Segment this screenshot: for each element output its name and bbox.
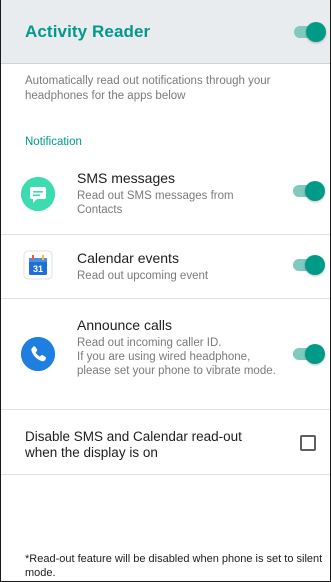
divider: [1, 474, 330, 475]
feature-description: Automatically read out notifications thr…: [25, 75, 271, 102]
header-bar: Activity Reader: [1, 0, 330, 64]
disable-readout-label: Disable SMS and Calendar read-out when t…: [25, 429, 242, 460]
announce-calls-title: Announce calls: [77, 317, 172, 333]
sms-subtitle: Read out SMS messages from Contacts: [77, 190, 234, 216]
announce-calls-toggle[interactable]: [293, 344, 325, 364]
svg-text:31: 31: [33, 264, 43, 274]
sms-title: SMS messages: [77, 170, 176, 186]
page-title: Activity Reader: [25, 22, 151, 41]
sms-toggle[interactable]: [293, 181, 325, 201]
list-item-announce-calls[interactable]: Announce calls Read out incoming caller …: [1, 299, 330, 409]
announce-calls-subtitle: Read out incoming caller ID. If you are …: [77, 337, 276, 377]
footer-note: *Read-out feature will be disabled when …: [25, 553, 323, 579]
activity-reader-screen: Activity Reader Automatically read out n…: [0, 0, 331, 582]
section-title-notification: Notification: [25, 136, 82, 148]
calendar-toggle[interactable]: [293, 255, 325, 275]
sms-app-icon: [21, 177, 55, 211]
calendar-subtitle: Read out upcoming event: [77, 270, 209, 282]
disable-readout-checkbox[interactable]: [300, 435, 316, 451]
master-toggle[interactable]: [294, 22, 326, 42]
phone-app-icon: [21, 337, 55, 371]
list-item-calendar[interactable]: 31 Calendar events Read out upcoming eve…: [1, 235, 330, 298]
list-item-sms[interactable]: SMS messages Read out SMS messages from …: [1, 160, 330, 234]
divider: [1, 409, 330, 410]
calendar-app-icon: 31: [22, 249, 54, 281]
calendar-title: Calendar events: [77, 250, 179, 266]
